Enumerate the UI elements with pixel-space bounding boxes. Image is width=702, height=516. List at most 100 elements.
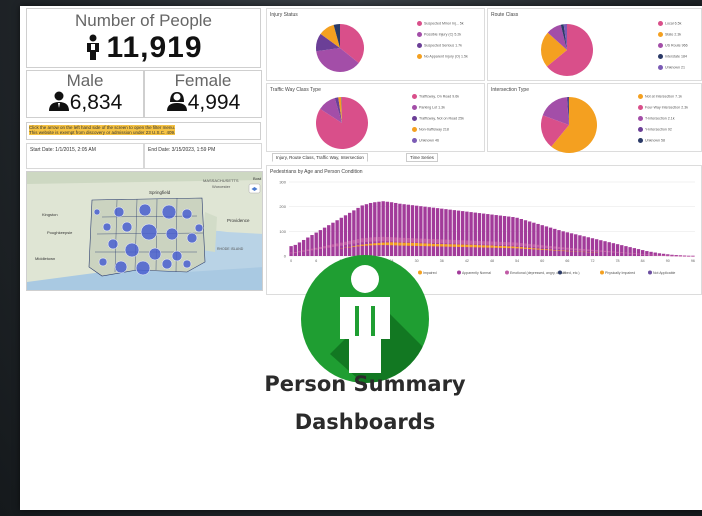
bar-emotional[interactable] — [473, 240, 477, 245]
bar-impaired[interactable] — [481, 245, 486, 248]
pie-chart-trafficway[interactable] — [315, 96, 369, 150]
bar-impaired[interactable] — [486, 245, 490, 248]
bar-apparently-normal[interactable] — [456, 210, 461, 256]
bar-apparently-normal[interactable] — [490, 214, 494, 256]
bar-emotional[interactable] — [674, 255, 678, 257]
bar-impaired[interactable] — [515, 246, 519, 249]
bar-emotional[interactable] — [590, 249, 595, 252]
bar-emotional[interactable] — [653, 254, 657, 256]
legend-item[interactable]: US Route 966 — [658, 43, 688, 48]
legend-item[interactable]: Unknown 58 — [638, 138, 665, 143]
legend-item[interactable]: Unknown 46 — [412, 138, 439, 143]
bar-emotional[interactable] — [640, 253, 645, 255]
bar-emotional[interactable] — [385, 237, 390, 242]
bar-emotional[interactable] — [423, 238, 427, 243]
bar-emotional[interactable] — [394, 237, 398, 242]
bar-apparently-normal[interactable] — [481, 213, 486, 256]
bar-emotional[interactable] — [469, 240, 473, 245]
bar-apparently-normal[interactable] — [645, 251, 649, 256]
bar-emotional[interactable] — [523, 243, 528, 247]
legend-item[interactable]: Possible Injury (C) 5.2k — [417, 32, 461, 37]
bar-emotional[interactable] — [498, 241, 503, 246]
bar-emotional[interactable] — [678, 255, 683, 257]
bar-apparently-normal[interactable] — [544, 226, 549, 256]
bar-apparently-normal[interactable] — [607, 242, 611, 256]
bar-emotional[interactable] — [502, 242, 507, 246]
legend-item[interactable]: Trafficway, Not on Road 25k — [412, 116, 464, 121]
legend-item[interactable]: State 2.3k — [658, 32, 681, 37]
bar-emotional[interactable] — [645, 254, 649, 256]
bar-apparently-normal[interactable] — [527, 221, 532, 256]
bar-apparently-normal[interactable] — [511, 217, 515, 256]
bar-emotional[interactable] — [490, 241, 494, 245]
bar-legend-label[interactable]: Emotional (depressed, angry, disturbed, … — [510, 271, 580, 275]
bar-emotional[interactable] — [682, 255, 687, 257]
bar-emotional[interactable] — [603, 250, 607, 253]
bar-emotional[interactable] — [494, 241, 498, 245]
bar-emotional[interactable] — [620, 252, 624, 254]
legend-item[interactable]: Parking Lot 1.3k — [412, 105, 445, 110]
bar-emotional[interactable] — [377, 237, 381, 242]
bar-emotional[interactable] — [632, 253, 637, 255]
bar-apparently-normal[interactable] — [486, 214, 490, 256]
bar-apparently-normal[interactable] — [586, 237, 590, 256]
bar-emotional[interactable] — [511, 242, 515, 246]
bar-emotional[interactable] — [657, 255, 662, 256]
bar-emotional[interactable] — [356, 239, 360, 244]
bar-emotional[interactable] — [444, 239, 448, 244]
bar-impaired[interactable] — [527, 247, 532, 250]
bar-apparently-normal[interactable] — [448, 209, 452, 256]
bar-emotional[interactable] — [515, 242, 519, 246]
bar-apparently-normal[interactable] — [594, 239, 599, 256]
bar-emotional[interactable] — [456, 240, 461, 244]
legend-item[interactable]: Unknown 21 — [658, 65, 685, 70]
bar-emotional[interactable] — [402, 237, 406, 243]
bar-emotional[interactable] — [586, 249, 590, 251]
bar-impaired[interactable] — [494, 245, 498, 248]
bar-emotional[interactable] — [691, 255, 695, 257]
bar-apparently-normal[interactable] — [624, 246, 628, 256]
bar-emotional[interactable] — [410, 238, 415, 243]
bar-emotional[interactable] — [670, 255, 674, 257]
bar-emotional[interactable] — [364, 237, 369, 243]
bar-emotional[interactable] — [360, 238, 364, 243]
bar-apparently-normal[interactable] — [473, 212, 477, 256]
bar-impaired[interactable] — [532, 248, 536, 250]
bar-emotional[interactable] — [427, 238, 431, 243]
bar-impaired[interactable] — [536, 248, 540, 250]
bar-impaired[interactable] — [502, 246, 507, 249]
bar-apparently-normal[interactable] — [536, 223, 540, 256]
bar-emotional[interactable] — [607, 251, 611, 253]
bar-emotional[interactable] — [389, 237, 394, 242]
bar-emotional[interactable] — [636, 253, 641, 255]
bar-emotional[interactable] — [465, 240, 469, 245]
bar-apparently-normal[interactable] — [477, 213, 482, 256]
bar-emotional[interactable] — [615, 251, 620, 253]
bar-emotional[interactable] — [599, 250, 603, 252]
bar-emotional[interactable] — [507, 242, 511, 246]
bar-apparently-normal[interactable] — [523, 220, 528, 256]
bar-legend-label[interactable]: Physically Impaired — [605, 271, 635, 275]
bar-emotional[interactable] — [398, 237, 402, 242]
legend-item[interactable]: Interstate 184 — [658, 54, 687, 59]
bar-impaired[interactable] — [477, 245, 482, 248]
bar-apparently-normal[interactable] — [649, 251, 653, 256]
bar-emotional[interactable] — [481, 241, 486, 245]
bar-apparently-normal[interactable] — [578, 235, 582, 256]
bar-emotional[interactable] — [435, 239, 440, 244]
bar-emotional[interactable] — [544, 245, 549, 249]
bar-apparently-normal[interactable] — [548, 227, 553, 256]
bar-emotional[interactable] — [381, 236, 385, 242]
bar-emotional[interactable] — [527, 243, 532, 247]
bar-apparently-normal[interactable] — [569, 233, 574, 256]
bar-emotional[interactable] — [565, 247, 570, 250]
bar-impaired[interactable] — [469, 244, 473, 248]
bar-impaired[interactable] — [511, 246, 515, 249]
bar-impaired[interactable] — [544, 249, 549, 251]
bar-emotional[interactable] — [519, 243, 523, 247]
bar-apparently-normal[interactable] — [628, 247, 632, 256]
bar-apparently-normal[interactable] — [465, 211, 469, 256]
bar-apparently-normal[interactable] — [565, 232, 570, 256]
bar-apparently-normal[interactable] — [561, 231, 565, 256]
bar-emotional[interactable] — [661, 255, 666, 257]
